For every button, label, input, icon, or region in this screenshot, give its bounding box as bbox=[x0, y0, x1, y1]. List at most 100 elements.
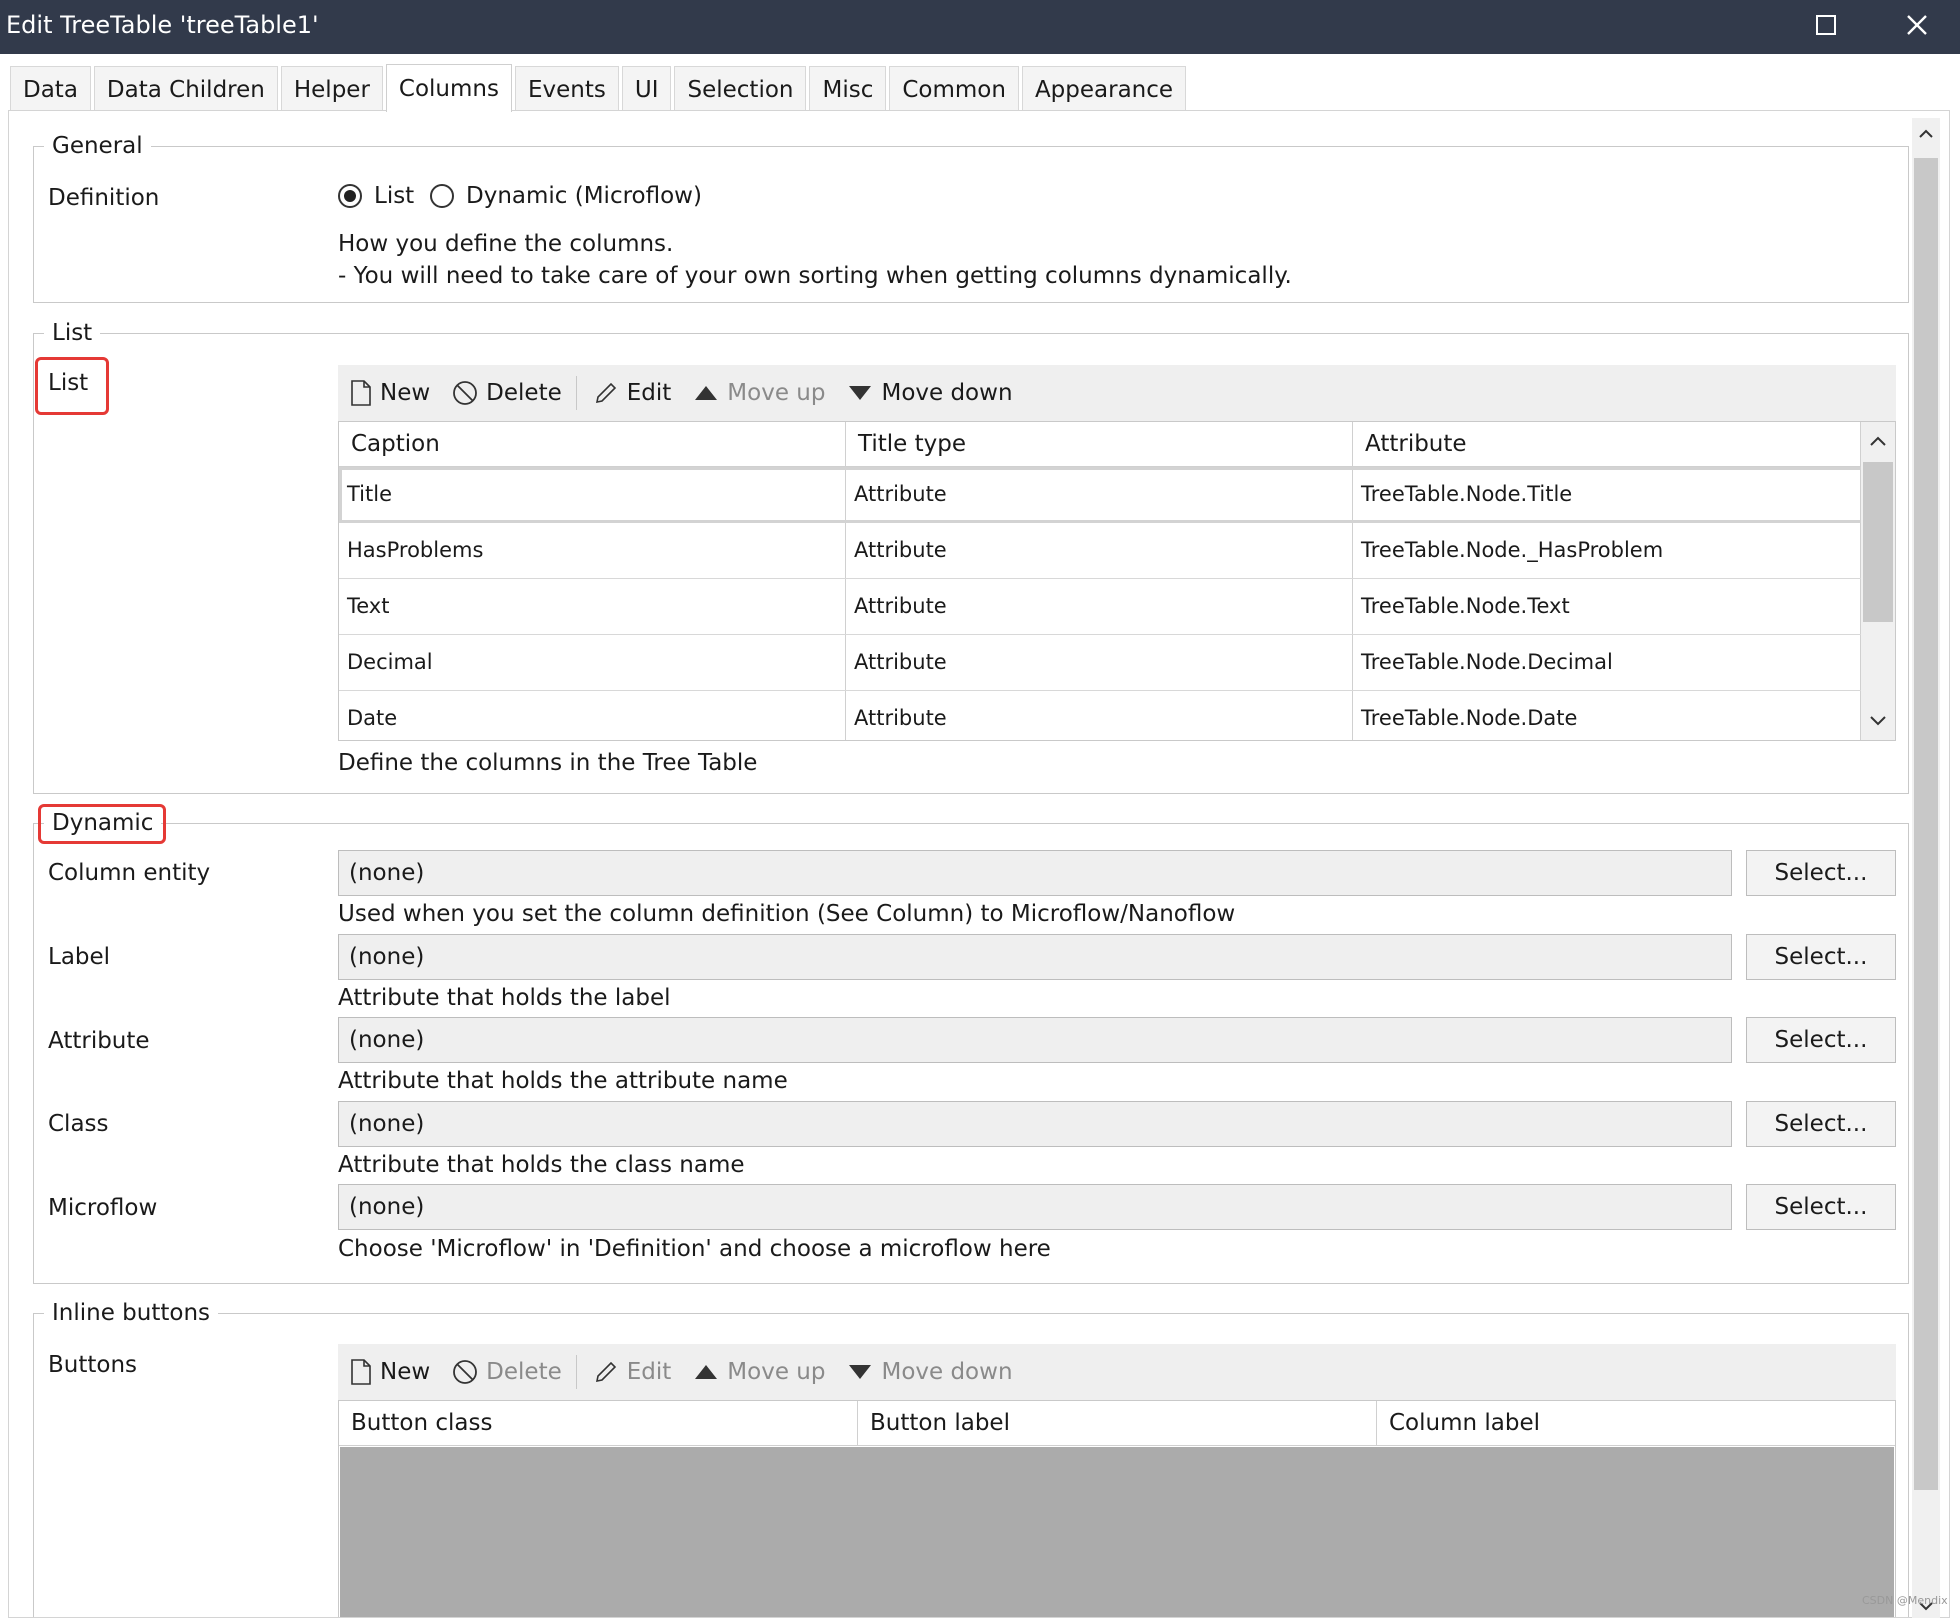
cell-attribute: TreeTable.Node._HasProblem bbox=[1353, 523, 1861, 578]
definition-label: Definition bbox=[48, 185, 160, 211]
table-row[interactable]: HasProblems Attribute TreeTable.Node._Ha… bbox=[339, 523, 1895, 579]
pencil-icon bbox=[595, 382, 616, 404]
attribute-field[interactable]: (none) bbox=[338, 1017, 1732, 1063]
toolbar-separator bbox=[575, 376, 577, 410]
tab-appearance[interactable]: Appearance bbox=[1021, 66, 1187, 112]
cell-title-type: Attribute bbox=[846, 635, 1353, 690]
table-row[interactable]: Decimal Attribute TreeTable.Node.Decimal bbox=[339, 635, 1895, 691]
table-row[interactable]: Text Attribute TreeTable.Node.Text bbox=[339, 579, 1895, 635]
cell-attribute: TreeTable.Node.Date bbox=[1353, 691, 1861, 740]
close-icon[interactable] bbox=[1900, 8, 1934, 42]
cell-caption: Date bbox=[339, 691, 846, 740]
col-header-button-class[interactable]: Button class bbox=[339, 1401, 858, 1445]
panel-scrollbar-thumb[interactable] bbox=[1914, 158, 1938, 1490]
delete-icon bbox=[453, 381, 478, 405]
tab-selection[interactable]: Selection bbox=[674, 66, 807, 112]
list-new-label: New bbox=[380, 380, 431, 406]
list-move-down-label: Move down bbox=[881, 380, 1013, 406]
class-select-button[interactable]: Select... bbox=[1746, 1101, 1896, 1147]
buttons-new-button[interactable]: New bbox=[350, 1359, 430, 1385]
list-columns-grid[interactable]: Caption Title type Attribute Title Attri… bbox=[338, 421, 1896, 741]
buttons-edit-button[interactable]: Edit bbox=[593, 1359, 671, 1385]
col-header-attribute[interactable]: Attribute bbox=[1353, 422, 1861, 466]
attribute-select-button[interactable]: Select... bbox=[1746, 1017, 1896, 1063]
microflow-help: Choose 'Microflow' in 'Definition' and c… bbox=[338, 1236, 1051, 1262]
tab-events[interactable]: Events bbox=[514, 66, 619, 112]
cell-attribute: TreeTable.Node.Decimal bbox=[1353, 635, 1861, 690]
highlight-list-label bbox=[35, 357, 109, 415]
tab-ui[interactable]: UI bbox=[621, 66, 672, 112]
general-legend: General bbox=[44, 130, 151, 162]
table-row[interactable]: Date Attribute TreeTable.Node.Date bbox=[339, 691, 1895, 740]
table-row[interactable]: Title Attribute TreeTable.Node.Title bbox=[339, 467, 1895, 523]
tab-data-children[interactable]: Data Children bbox=[93, 66, 278, 112]
tab-columns[interactable]: Columns bbox=[385, 64, 512, 112]
grid-header-row: Button class Button label Column label bbox=[339, 1401, 1895, 1446]
microflow-field[interactable]: (none) bbox=[338, 1184, 1732, 1230]
attribute-field-label: Attribute bbox=[48, 1028, 150, 1054]
scroll-up-icon[interactable] bbox=[1861, 426, 1895, 456]
panel-scrollbar[interactable] bbox=[1912, 118, 1940, 1618]
list-delete-button[interactable]: Delete bbox=[452, 380, 562, 406]
column-entity-help: Used when you set the column definition … bbox=[338, 901, 1236, 927]
pencil-icon bbox=[595, 1361, 616, 1383]
buttons-grid[interactable]: Button class Button label Column label bbox=[338, 1400, 1896, 1617]
list-edit-button[interactable]: Edit bbox=[593, 380, 671, 406]
label-field[interactable]: (none) bbox=[338, 934, 1732, 980]
radio-list[interactable]: List bbox=[338, 183, 414, 209]
new-document-icon bbox=[351, 380, 371, 406]
triangle-up-icon bbox=[695, 1365, 718, 1379]
buttons-delete-button[interactable]: Delete bbox=[452, 1359, 562, 1385]
maximize-icon[interactable] bbox=[1816, 15, 1836, 35]
radio-unchecked-icon[interactable] bbox=[430, 184, 454, 208]
col-header-column-label[interactable]: Column label bbox=[1377, 1401, 1895, 1445]
col-header-button-label[interactable]: Button label bbox=[858, 1401, 1377, 1445]
tab-helper[interactable]: Helper bbox=[280, 66, 383, 112]
inline-buttons-group: Inline buttons Buttons New Delete Edit M… bbox=[33, 1297, 1909, 1617]
column-entity-label: Column entity bbox=[48, 860, 211, 886]
toolbar-separator bbox=[575, 1355, 577, 1389]
list-toolbar: New Delete Edit Move up Move down bbox=[338, 365, 1896, 421]
list-delete-label: Delete bbox=[486, 380, 562, 406]
tab-data[interactable]: Data bbox=[10, 66, 91, 112]
window-title: Edit TreeTable 'treeTable1' bbox=[6, 11, 319, 39]
col-header-caption[interactable]: Caption bbox=[339, 422, 846, 466]
microflow-select-button[interactable]: Select... bbox=[1746, 1184, 1896, 1230]
buttons-move-up-button[interactable]: Move up bbox=[693, 1359, 825, 1385]
radio-checked-icon[interactable] bbox=[338, 184, 362, 208]
col-header-title-type[interactable]: Title type bbox=[846, 422, 1353, 466]
microflow-field-label: Microflow bbox=[48, 1195, 158, 1221]
grid-scrollbar[interactable] bbox=[1861, 422, 1895, 740]
label-select-button[interactable]: Select... bbox=[1746, 934, 1896, 980]
dynamic-group: Dynamic Column entity (none) Select... U… bbox=[33, 804, 1909, 1284]
window-titlebar: Edit TreeTable 'treeTable1' bbox=[0, 0, 1960, 54]
tab-misc[interactable]: Misc bbox=[809, 66, 887, 112]
cell-caption: Decimal bbox=[339, 635, 846, 690]
triangle-up-icon bbox=[695, 386, 718, 400]
inline-buttons-legend: Inline buttons bbox=[44, 1297, 219, 1329]
grid-empty-area bbox=[340, 1447, 1894, 1617]
label-field-label: Label bbox=[48, 944, 111, 970]
list-move-up-label: Move up bbox=[727, 380, 826, 406]
attribute-help: Attribute that holds the attribute name bbox=[338, 1068, 788, 1094]
column-entity-field[interactable]: (none) bbox=[338, 850, 1732, 896]
label-help: Attribute that holds the label bbox=[338, 985, 671, 1011]
class-field-label: Class bbox=[48, 1111, 109, 1137]
tab-common[interactable]: Common bbox=[889, 66, 1019, 112]
scroll-down-icon[interactable] bbox=[1861, 706, 1895, 736]
buttons-new-label: New bbox=[380, 1359, 431, 1385]
delete-icon bbox=[453, 1360, 478, 1384]
grid-scrollbar-thumb[interactable] bbox=[1863, 462, 1893, 622]
cell-caption: HasProblems bbox=[339, 523, 846, 578]
buttons-move-down-button[interactable]: Move down bbox=[847, 1359, 1013, 1385]
list-new-button[interactable]: New bbox=[350, 380, 430, 406]
column-entity-select-button[interactable]: Select... bbox=[1746, 850, 1896, 896]
radio-dynamic-label: Dynamic (Microflow) bbox=[466, 183, 702, 209]
list-move-down-button[interactable]: Move down bbox=[847, 380, 1013, 406]
cell-caption: Text bbox=[339, 579, 846, 634]
list-move-up-button[interactable]: Move up bbox=[693, 380, 825, 406]
cell-caption: Title bbox=[339, 467, 846, 522]
radio-dynamic-microflow[interactable]: Dynamic (Microflow) bbox=[430, 183, 702, 209]
class-field[interactable]: (none) bbox=[338, 1101, 1732, 1147]
scroll-up-icon[interactable] bbox=[1916, 124, 1936, 144]
